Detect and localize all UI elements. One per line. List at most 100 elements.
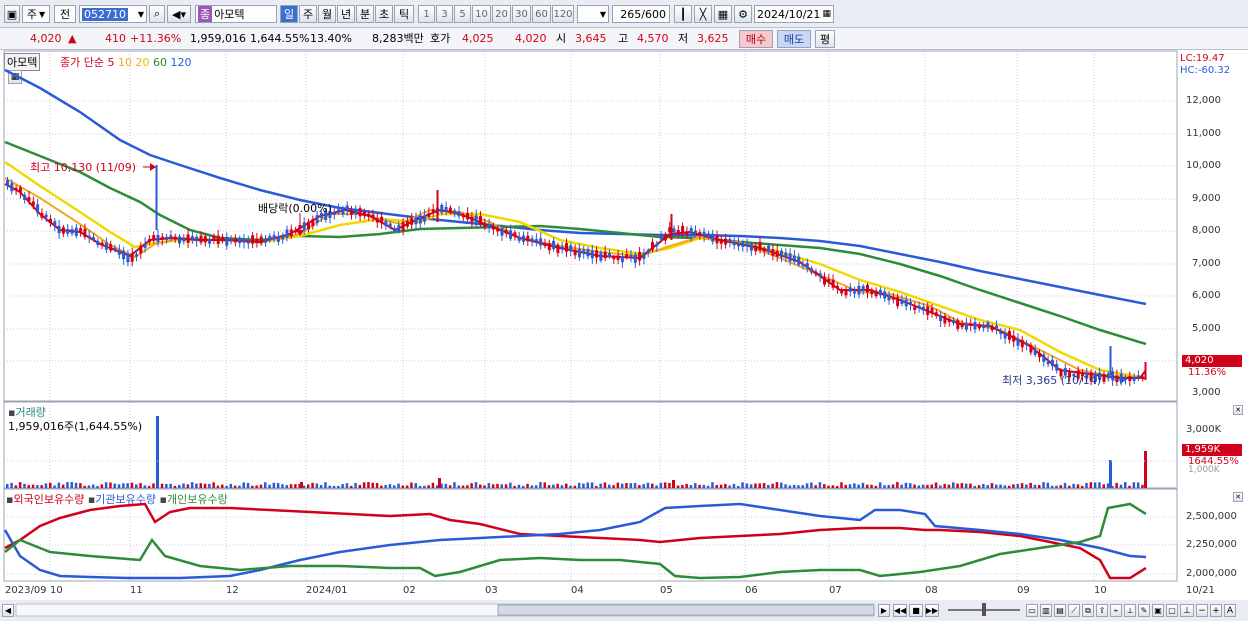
ruler-measure-icon[interactable]: ⊥ (1180, 604, 1194, 617)
volume-bar (823, 484, 826, 488)
volume-bar (1007, 485, 1011, 488)
search-icon[interactable]: ⌕ (149, 5, 165, 23)
tab-year[interactable]: 년 (337, 5, 355, 23)
volume-bar (1115, 482, 1118, 488)
ma-legend-title: 종가 단순 (60, 56, 104, 69)
volume-bar (668, 482, 671, 488)
scrollbar-track[interactable] (15, 603, 875, 617)
candle-body (745, 243, 749, 247)
candle-body (595, 250, 599, 258)
grid-icon[interactable]: ▦ (714, 5, 732, 23)
overlay-icon[interactable]: ▤ (1054, 604, 1066, 617)
ruler-icon[interactable]: ⟋ (1068, 604, 1080, 617)
zoom-in-icon[interactable]: + (1210, 604, 1222, 617)
zoom-slider-handle[interactable] (982, 603, 986, 616)
candle-body (698, 232, 702, 235)
sell-button[interactable]: 매도 (777, 30, 811, 48)
price-panel-stock-name[interactable]: 아모텍 (4, 53, 41, 71)
compare-icon[interactable]: ⟂ (1124, 604, 1136, 617)
chevron-down-icon: ▼ (599, 9, 606, 19)
candle-body (397, 225, 401, 232)
draw-icon[interactable]: ✎ (1138, 604, 1150, 617)
gear-icon[interactable]: ⚙ (734, 5, 752, 23)
interval-1-button[interactable]: 1 (418, 5, 435, 23)
dividend-note: 배당락(0.00%) (258, 202, 332, 215)
window-menu-icon[interactable]: ▣ (4, 5, 20, 23)
interval-3-button[interactable]: 3 (436, 5, 453, 23)
ma60-label: 60 (152, 56, 167, 69)
candle-body (1076, 370, 1080, 379)
split-icon[interactable]: ▥ (1040, 604, 1052, 617)
crosshair-icon[interactable]: ╳ (694, 5, 712, 23)
buy-button[interactable]: 매수 (739, 30, 773, 48)
volume-bar (139, 483, 142, 488)
interval-label: 120 (553, 8, 573, 20)
speaker-icon[interactable]: ◀▾ (167, 5, 191, 23)
prev-select-label: 전 (59, 8, 71, 21)
rewind-icon[interactable]: ◀◀ (893, 604, 907, 617)
save-icon[interactable]: ▢ (1166, 604, 1178, 617)
eval-button[interactable]: 평 (815, 30, 835, 48)
candle-body (57, 225, 61, 234)
tab-tick[interactable]: 틱 (394, 5, 414, 23)
image-icon[interactable]: ▣ (1152, 604, 1164, 617)
candle-body (784, 252, 788, 257)
volume-bar (681, 484, 684, 488)
prev-select[interactable]: 전 (54, 5, 76, 23)
candle-body (195, 236, 199, 242)
tab-minute[interactable]: 분 (356, 5, 374, 23)
tab-second[interactable]: 초 (375, 5, 393, 23)
period-select[interactable]: 주 ▼ (22, 5, 50, 23)
volume-bar (517, 484, 521, 488)
layout-icon[interactable]: ▭ (1026, 604, 1038, 617)
interval-30-button[interactable]: 30 (512, 5, 531, 23)
fast-forward-icon[interactable]: ▶▶ (925, 604, 939, 617)
copy-icon[interactable]: ⧉ (1082, 604, 1094, 617)
tab-day[interactable]: 일 (280, 5, 298, 23)
volume-bar (1038, 484, 1041, 488)
export-icon[interactable]: ⇪ (1096, 604, 1108, 617)
volume-bar (573, 485, 577, 488)
candle-icon[interactable]: ┃ (674, 5, 692, 23)
candle-body (500, 228, 504, 236)
scroll-left-icon[interactable]: ◀ (2, 604, 14, 617)
indicator-icon[interactable]: ⌁ (1110, 604, 1122, 617)
auto-scale-icon[interactable]: A (1224, 604, 1236, 617)
volume-bar (315, 483, 319, 488)
count-input[interactable]: 265/600 (612, 5, 670, 23)
interval-120-button[interactable]: 120 (552, 5, 574, 23)
scrollbar-thumb[interactable] (497, 604, 875, 616)
volume-bar (418, 485, 422, 488)
zoom-out-icon[interactable]: − (1196, 604, 1208, 617)
interval-20-button[interactable]: 20 (492, 5, 511, 23)
candle-body (1115, 375, 1119, 382)
candle-body (491, 226, 495, 230)
tab-week[interactable]: 주 (299, 5, 317, 23)
tab-month[interactable]: 월 (318, 5, 336, 23)
candle-body (775, 250, 779, 257)
last-price: 4,020 (1185, 355, 1214, 366)
count-value: 265 (620, 7, 642, 21)
interval-5-button[interactable]: 5 (454, 5, 471, 23)
stock-code-input[interactable]: 052710 ▼ (79, 5, 147, 23)
candle-body (964, 323, 968, 330)
volume-bar (354, 482, 357, 488)
candle-body (182, 237, 186, 242)
table-icon[interactable]: ▦ (8, 70, 22, 84)
candle-body (367, 213, 371, 216)
interval-10-button[interactable]: 10 (472, 5, 491, 23)
candle-body (135, 254, 138, 257)
close-icon[interactable]: ✕ (1233, 492, 1243, 502)
interval-custom-select[interactable]: ▼ (577, 5, 609, 23)
individual-holdings-line (4, 502, 1147, 580)
stop-icon[interactable]: ■ (909, 604, 923, 617)
close-icon[interactable]: ✕ (1233, 405, 1243, 415)
date-input[interactable]: 2024/10/21 ▦ (754, 5, 834, 23)
scroll-right-icon[interactable]: ▶ (878, 604, 890, 617)
candle-body (1128, 376, 1132, 382)
ma60-line (4, 140, 1147, 346)
x-tick: 07 (829, 585, 842, 596)
interval-60-button[interactable]: 60 (532, 5, 551, 23)
candle-body (711, 233, 715, 242)
stock-name-field[interactable]: 종 아모텍 (195, 5, 277, 23)
